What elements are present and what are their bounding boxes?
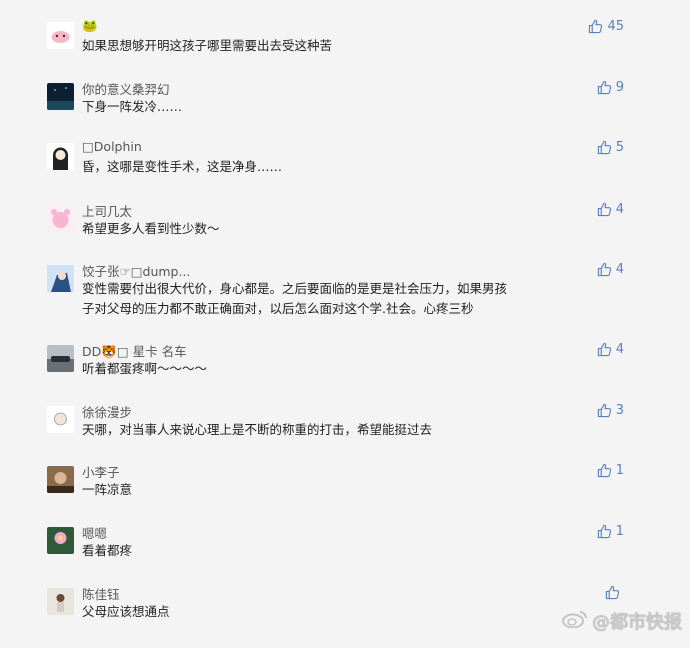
comment-author[interactable]: 饺子张☞□dump... bbox=[82, 261, 190, 280]
comment-item: □Dolphin 昏，这哪是变性手术，这是净身…… 5 bbox=[34, 139, 660, 203]
thumbs-up-icon bbox=[597, 262, 612, 277]
comment-text: 看着都疼 bbox=[82, 543, 133, 558]
like-count: 1 bbox=[615, 524, 624, 539]
comment-item: 你的意义桑羿幻 下身一阵发冷…… 9 bbox=[34, 80, 660, 143]
like-button[interactable]: 1 bbox=[597, 463, 624, 478]
like-button[interactable]: 4 bbox=[597, 202, 624, 217]
thumbs-up-icon bbox=[597, 202, 612, 217]
comment-item: DD🐯□ 星卡 名车 听着都蛋疼啊～～～～ 4 bbox=[34, 342, 660, 405]
like-button[interactable]: 1 bbox=[597, 524, 624, 539]
like-button[interactable]: 9 bbox=[597, 80, 624, 95]
like-button[interactable]: 3 bbox=[597, 403, 624, 418]
comment-text: 变性需要付出很大代价，身心都是。之后要面临的是更是社会压力，如果男孩子对父母的压… bbox=[82, 281, 508, 316]
comment-text: 昏，这哪是变性手术，这是净身…… bbox=[82, 159, 283, 174]
like-count: 4 bbox=[615, 342, 624, 357]
like-count: 4 bbox=[615, 202, 624, 217]
comment-author[interactable]: DD🐯□ 星卡 名车 bbox=[82, 341, 187, 360]
comment-item: 小李子 一阵凉意 1 bbox=[34, 463, 660, 526]
comment-author[interactable]: 徐徐漫步 bbox=[82, 402, 132, 421]
thumbs-up-icon bbox=[597, 524, 612, 539]
watermark-text: @都市快报 bbox=[592, 612, 682, 633]
weibo-logo-icon bbox=[562, 610, 588, 633]
like-count: 3 bbox=[615, 403, 624, 418]
thumbs-up-icon bbox=[597, 342, 612, 357]
comment-author[interactable]: 小李子 bbox=[82, 462, 120, 481]
avatar[interactable] bbox=[47, 143, 74, 170]
comment-text: 一阵凉意 bbox=[82, 482, 133, 497]
like-button[interactable]: 5 bbox=[597, 140, 624, 155]
thumbs-up-icon bbox=[605, 585, 620, 600]
like-count: 45 bbox=[607, 19, 624, 34]
comment-item: 饺子张☞□dump... 变性需要付出很大代价，身心都是。之后要面临的是更是社会压… bbox=[34, 262, 660, 325]
comment-text: 天哪，对当事人来说心理上是不断的称重的打击，希望能挺过去 bbox=[82, 422, 433, 437]
comment-author[interactable]: 嗯嗯 bbox=[82, 523, 107, 542]
avatar[interactable] bbox=[47, 466, 74, 493]
comment-text: 父母应该想通点 bbox=[82, 604, 170, 619]
avatar[interactable] bbox=[47, 205, 74, 232]
comment-item: 上司几太 希望更多人看到性少数～ 4 bbox=[34, 202, 660, 265]
like-button[interactable]: 4 bbox=[597, 262, 624, 277]
avatar[interactable] bbox=[47, 345, 74, 372]
thumbs-up-icon bbox=[597, 463, 612, 478]
like-button[interactable]: 45 bbox=[588, 19, 624, 34]
comment-author[interactable]: □Dolphin bbox=[82, 139, 142, 154]
avatar[interactable] bbox=[47, 406, 74, 433]
comment-item: 🐸 如果思想够开明这孩子哪里需要出去受这种苦 45 bbox=[34, 18, 660, 82]
thumbs-up-icon bbox=[597, 403, 612, 418]
like-count: 5 bbox=[615, 140, 624, 155]
like-count: 9 bbox=[615, 80, 624, 95]
avatar[interactable] bbox=[47, 83, 74, 110]
comment-item: 徐徐漫步 天哪，对当事人来说心理上是不断的称重的打击，希望能挺过去 3 bbox=[34, 403, 660, 466]
avatar[interactable] bbox=[47, 588, 74, 615]
avatar[interactable] bbox=[47, 265, 74, 292]
comment-list: 🐸 如果思想够开明这孩子哪里需要出去受这种苦 45 你的意义桑羿幻 下身一阵发冷…… 9 □… bbox=[34, 0, 660, 640]
avatar[interactable] bbox=[47, 527, 74, 554]
like-button[interactable]: 4 bbox=[597, 342, 624, 357]
like-count: 4 bbox=[615, 262, 624, 277]
comment-text: 希望更多人看到性少数～ bbox=[82, 221, 220, 236]
comment-author[interactable]: 上司几太 bbox=[82, 201, 132, 220]
comment-item: 嗯嗯 看着都疼 1 bbox=[34, 524, 660, 587]
thumbs-up-icon bbox=[597, 80, 612, 95]
watermark: @都市快报 bbox=[562, 608, 682, 634]
comment-author[interactable]: 🐸 bbox=[82, 18, 98, 34]
comment-author[interactable]: 你的意义桑羿幻 bbox=[82, 79, 170, 98]
avatar[interactable] bbox=[47, 22, 74, 49]
comment-text: 下身一阵发冷…… bbox=[82, 99, 183, 114]
thumbs-up-icon bbox=[588, 19, 603, 34]
comment-author[interactable]: 陈佳钰 bbox=[82, 584, 120, 603]
thumbs-up-icon bbox=[597, 140, 612, 155]
comment-text: 听着都蛋疼啊～～～～ bbox=[82, 361, 208, 376]
like-count: 1 bbox=[615, 463, 624, 478]
comment-text: 如果思想够开明这孩子哪里需要出去受这种苦 bbox=[82, 38, 333, 53]
like-button[interactable] bbox=[605, 585, 624, 600]
